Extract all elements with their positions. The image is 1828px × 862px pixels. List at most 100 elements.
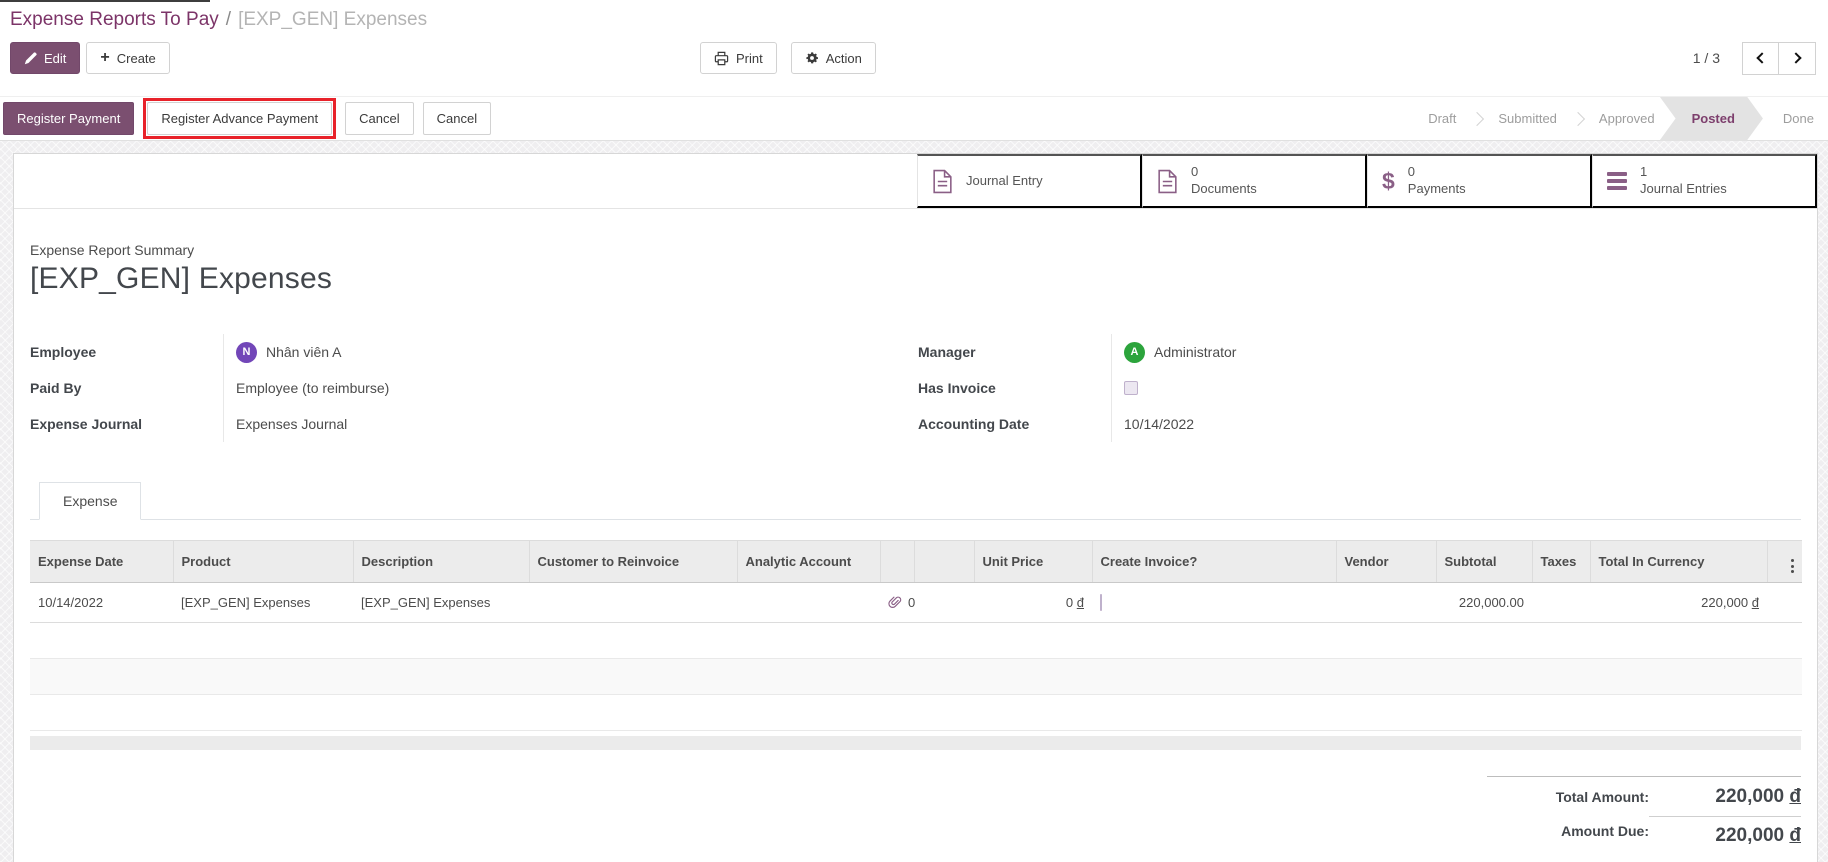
status-draft[interactable]: Draft: [1415, 111, 1469, 126]
description-cell[interactable]: [EXP_GEN] Expenses: [353, 582, 529, 623]
breadcrumb: Expense Reports To Pay / [EXP_GEN] Expense…: [10, 7, 1816, 33]
expense-date-cell[interactable]: 10/14/2022: [30, 582, 173, 623]
total-amount-row: Total Amount: 220,000 đ: [1487, 776, 1801, 808]
column-subtotal[interactable]: Subtotal: [1435, 540, 1532, 583]
smart-button-count: 0: [1191, 164, 1199, 180]
tab-expense[interactable]: Expense: [39, 482, 142, 520]
pager-count: 1 / 3: [1692, 50, 1720, 67]
expense-line-row[interactable]: 10/14/2022 [EXP_GEN] Expenses [EXP_GEN] …: [30, 582, 1802, 623]
breadcrumb-current: [EXP_GEN] Expenses: [238, 9, 428, 30]
employee-label: Employee: [30, 344, 97, 360]
chevron-right-icon: [1789, 52, 1802, 64]
smart-button-count: 0: [1407, 164, 1416, 180]
action-button[interactable]: Action: [790, 42, 876, 75]
column-product[interactable]: Product: [172, 540, 353, 583]
analytic-account-cell[interactable]: [737, 582, 880, 623]
avatar: N: [236, 341, 257, 363]
pager-next-button[interactable]: [1779, 41, 1816, 75]
total-amount-value: 220,000 đ: [1715, 786, 1801, 807]
has-invoice-field: Has Invoice: [918, 370, 1801, 406]
create-invoice-cell[interactable]: [1092, 582, 1336, 623]
paid-by-label: Paid By: [30, 380, 82, 396]
journal-entries-smart-button[interactable]: 1 Journal Entries: [1592, 154, 1817, 208]
expense-journal-label: Expense Journal: [30, 416, 143, 432]
payments-smart-button[interactable]: $ 0 Payments: [1367, 154, 1592, 208]
cancel-button-2[interactable]: Cancel: [422, 102, 492, 135]
column-customer-to-reinvoice[interactable]: Customer to Reinvoice: [528, 540, 737, 583]
status-pipeline: Draft Submitted Approved Posted Done: [1415, 97, 1828, 140]
breadcrumb-parent-link[interactable]: Expense Reports To Pay: [10, 9, 219, 30]
total-in-currency-cell[interactable]: 220,000 đ: [1590, 582, 1767, 623]
expense-journal-value: Expenses Journal: [223, 406, 888, 442]
smart-button-label: Payments: [1407, 181, 1466, 196]
column-taxes[interactable]: Taxes: [1531, 540, 1590, 583]
empty-row: [30, 658, 1802, 695]
journal-entry-smart-button[interactable]: Journal Entry: [917, 154, 1142, 208]
page-title: [EXP_GEN] Expenses: [30, 262, 333, 295]
plus-icon: +: [100, 49, 110, 67]
column-vendor[interactable]: Vendor: [1335, 540, 1436, 583]
kebab-icon[interactable]: [1791, 559, 1794, 573]
payments-icon: $: [1382, 167, 1395, 194]
product-cell[interactable]: [EXP_GEN] Expenses: [173, 582, 353, 623]
print-button[interactable]: Print: [700, 42, 777, 75]
currency-symbol: đ: [1751, 595, 1759, 610]
attachment-count: 0: [908, 595, 916, 610]
printer-icon: [714, 51, 729, 65]
attachment-cell[interactable]: 0: [880, 582, 974, 623]
tutorial-highlight-box: Register Advance Payment: [143, 98, 337, 139]
amount-due-row: Amount Due: 220,000 đ: [1487, 814, 1801, 847]
create-button[interactable]: + Create: [86, 42, 170, 75]
create-invoice-checkbox[interactable]: [1100, 594, 1102, 611]
subtotal-cell[interactable]: 220,000.00: [1436, 582, 1532, 623]
vendor-cell[interactable]: [1336, 582, 1436, 623]
column-create-invoice[interactable]: Create Invoice?: [1091, 540, 1336, 583]
total-amount-label: Total Amount:: [1555, 789, 1649, 805]
chevron-separator-icon: [1470, 111, 1485, 126]
cancel-button[interactable]: Cancel: [345, 102, 414, 135]
empty-row: [30, 622, 1802, 659]
empty-row: [30, 694, 1802, 731]
summary-field-label: Expense Report Summary: [30, 242, 195, 258]
has-invoice-checkbox[interactable]: [1124, 381, 1138, 395]
gear-icon: [805, 51, 819, 65]
pencil-icon: [24, 52, 37, 64]
customer-to-reinvoice-cell[interactable]: [529, 582, 737, 623]
status-posted-active[interactable]: Posted: [1660, 97, 1763, 141]
totals-block: Total Amount: 220,000 đ Amount Due: 220,…: [1487, 776, 1801, 847]
status-done[interactable]: Done: [1763, 111, 1828, 126]
expense-lines-table: Expense Date Product Description Custome…: [30, 540, 1802, 731]
currency-symbol: đ: [1789, 786, 1801, 807]
breadcrumb-separator: /: [225, 9, 232, 30]
documents-smart-button[interactable]: 0 Documents: [1142, 154, 1367, 208]
amount-due-value: 220,000 đ: [1649, 816, 1801, 847]
smart-button-label: Journal Entry: [966, 172, 1043, 188]
register-advance-payment-button[interactable]: Register Advance Payment: [147, 102, 333, 135]
column-description[interactable]: Description: [352, 540, 529, 583]
paid-by-value: Employee (to reimburse): [223, 370, 888, 406]
column-blank: [913, 540, 974, 583]
control-panel: Expense Reports To Pay / [EXP_GEN] Expense…: [0, 0, 1828, 96]
edit-button[interactable]: Edit: [10, 42, 81, 75]
status-approved[interactable]: Approved: [1586, 111, 1668, 126]
column-unit-price[interactable]: Unit Price: [973, 540, 1092, 583]
manager-field: Manager A Administrator: [918, 334, 1801, 370]
status-submitted[interactable]: Submitted: [1485, 111, 1570, 126]
smart-button-count: 1: [1640, 164, 1648, 180]
tab-bar: Expense: [30, 482, 1801, 520]
column-options-toggle[interactable]: [1766, 540, 1802, 583]
smart-button-label: Journal Entries: [1640, 181, 1727, 196]
currency-symbol: đ: [1789, 825, 1801, 846]
taxes-cell[interactable]: [1532, 582, 1590, 623]
unit-price-cell[interactable]: 0 đ: [974, 582, 1092, 623]
statusbar: Register Payment Register Advance Paymen…: [0, 96, 1828, 141]
column-analytic-account[interactable]: Analytic Account: [736, 540, 880, 583]
register-payment-button[interactable]: Register Payment: [3, 102, 135, 135]
pager-previous-button[interactable]: [1742, 41, 1779, 75]
notebook: Expense Expense Date Product Description: [30, 482, 1802, 750]
column-total-in-currency[interactable]: Total In Currency: [1589, 540, 1767, 583]
column-expense-date[interactable]: Expense Date: [30, 540, 173, 583]
paperclip-icon: [888, 596, 902, 608]
amount-due-label: Amount Due:: [1561, 822, 1649, 839]
journal-entries-icon: [1607, 172, 1627, 190]
